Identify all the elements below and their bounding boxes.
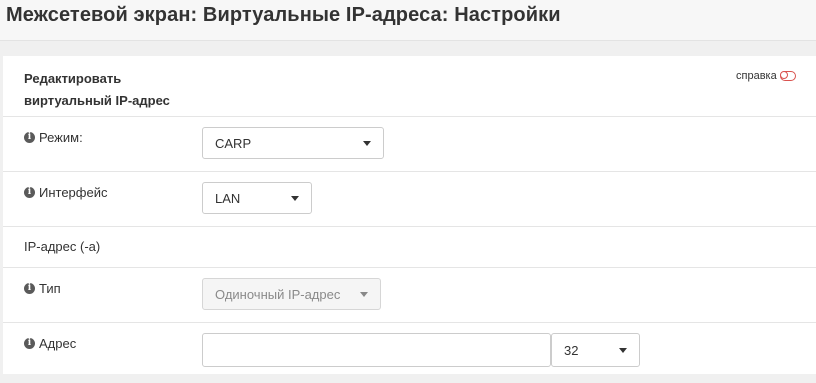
- type-row: i Тип Одиночный IP-адрес: [3, 268, 816, 323]
- interface-select-value: LAN: [215, 190, 241, 206]
- chevron-down-icon: [291, 196, 299, 201]
- type-select: Одиночный IP-адрес: [202, 278, 381, 310]
- panel-title-line1: Редактировать: [24, 71, 122, 86]
- help-label: справка: [736, 70, 777, 82]
- ip-section-row: IP-адрес (-а): [3, 227, 816, 268]
- panel-heading: Редактировать виртуальный IP-адрес справ…: [3, 56, 816, 117]
- toggle-off-icon: [779, 71, 796, 81]
- address-label-group: i Адрес: [24, 336, 76, 351]
- mode-select[interactable]: CARP: [202, 127, 384, 159]
- chevron-down-icon: [360, 292, 368, 297]
- interface-select[interactable]: LAN: [202, 182, 312, 214]
- address-input[interactable]: [202, 333, 551, 367]
- interface-label-group: i Интерфейс: [24, 185, 107, 200]
- info-icon[interactable]: i: [24, 132, 35, 143]
- subnet-mask-select[interactable]: 32: [551, 333, 640, 367]
- page-title: Межсетевой экран: Виртуальные IP-адреса:…: [6, 4, 561, 26]
- interface-row: i Интерфейс LAN: [3, 172, 816, 227]
- chevron-down-icon: [363, 141, 371, 146]
- mode-row: i Режим: CARP: [3, 117, 816, 172]
- page-header: Межсетевой экран: Виртуальные IP-адреса:…: [0, 0, 816, 41]
- address-label: Адрес: [39, 336, 77, 351]
- type-select-value: Одиночный IP-адрес: [215, 286, 341, 302]
- address-row: i Адрес 32: [3, 323, 816, 383]
- mode-label: Режим:: [39, 130, 83, 145]
- mode-label-group: i Режим:: [24, 130, 83, 145]
- ip-section-label: IP-адрес (-а): [24, 239, 101, 254]
- info-icon[interactable]: i: [24, 187, 35, 198]
- mode-select-value: CARP: [215, 135, 252, 151]
- panel-title-line2: виртуальный IP-адрес: [24, 93, 170, 108]
- info-icon[interactable]: i: [24, 338, 35, 349]
- help-toggle[interactable]: справка: [736, 70, 796, 82]
- chevron-down-icon: [619, 348, 627, 353]
- subnet-mask-value: 32: [564, 342, 579, 358]
- info-icon[interactable]: i: [24, 283, 35, 294]
- interface-label: Интерфейс: [39, 185, 108, 200]
- edit-virtual-ip-panel: Редактировать виртуальный IP-адрес справ…: [3, 56, 816, 374]
- type-label: Тип: [39, 281, 61, 296]
- panel-title: Редактировать виртуальный IP-адрес: [24, 68, 170, 112]
- type-label-group: i Тип: [24, 281, 61, 296]
